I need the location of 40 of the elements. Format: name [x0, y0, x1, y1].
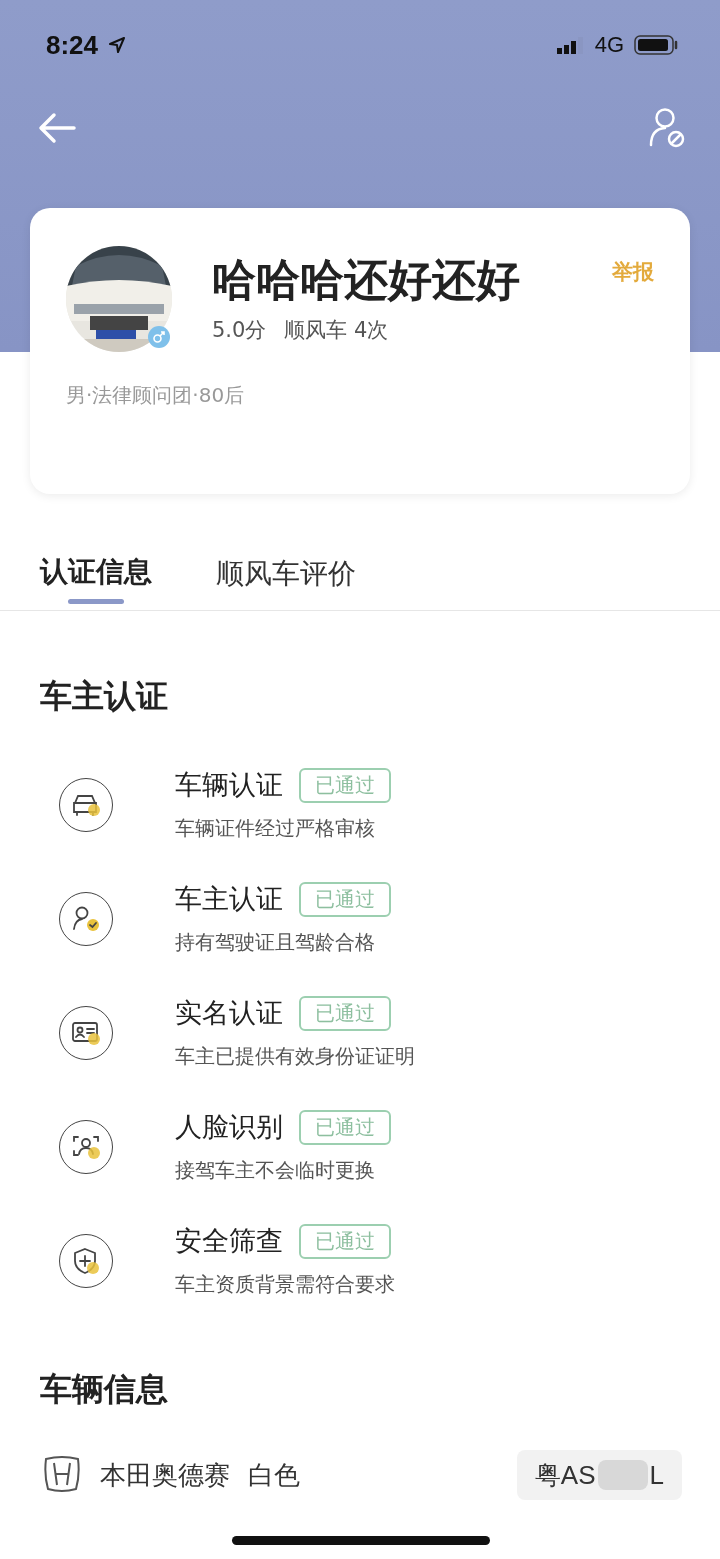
- back-button[interactable]: [38, 112, 76, 144]
- passed-badge: 已通过: [299, 1109, 391, 1145]
- person-check-icon: [71, 904, 101, 933]
- verification-title: 实名认证: [175, 996, 283, 1030]
- tab[interactable]: 认证信息: [40, 544, 152, 604]
- plate-end: L: [649, 1459, 664, 1491]
- plate-start: 粤AS: [534, 1458, 596, 1492]
- user-details: 男·法律顾问团·80后: [66, 382, 246, 409]
- car-color: 白色: [248, 1458, 300, 1492]
- section-title: 车辆信息: [39, 1369, 169, 1410]
- user-name: 哈哈哈还好还好: [212, 253, 521, 307]
- id-card-icon: [71, 1019, 101, 1046]
- status-time: 8:24: [46, 29, 99, 61]
- location-arrow-icon: [108, 36, 127, 54]
- verification-title: 车辆认证: [175, 768, 283, 802]
- network-type: 4G: [594, 32, 624, 58]
- passed-badge: 已通过: [299, 1223, 391, 1259]
- verification-description: 车主已提供有效身份证证明: [175, 1043, 415, 1070]
- verification-description: 持有驾驶证且驾龄合格: [175, 929, 376, 956]
- verification-title: 车主认证: [175, 882, 283, 916]
- battery-icon: [634, 34, 680, 56]
- passed-badge: 已通过: [299, 767, 391, 803]
- section-title: 车主认证: [39, 676, 169, 717]
- ride-count: 顺风车 4次: [284, 317, 389, 344]
- blur-patch-icon: [597, 1460, 648, 1490]
- car-model: 本田奥德赛: [100, 1458, 230, 1492]
- car-logo-icon: [42, 1455, 82, 1495]
- male-icon: [148, 326, 170, 348]
- verification-description: 接驾车主不会临时更换: [175, 1157, 376, 1184]
- verification-description: 车主资质背景需符合要求: [175, 1271, 395, 1298]
- verification-title: 人脸识别: [175, 1110, 283, 1144]
- verification-title: 安全筛查: [175, 1224, 283, 1258]
- tab[interactable]: 顺风车评价: [216, 544, 356, 604]
- passed-badge: 已通过: [299, 995, 391, 1031]
- shield-icon: [71, 1245, 101, 1276]
- rating: 5.0分: [212, 317, 267, 344]
- passed-badge: 已通过: [299, 881, 391, 917]
- block-user-button[interactable]: [648, 107, 686, 149]
- verification-description: 车辆证件经过严格审核: [175, 815, 376, 842]
- signal-icon: [556, 36, 585, 54]
